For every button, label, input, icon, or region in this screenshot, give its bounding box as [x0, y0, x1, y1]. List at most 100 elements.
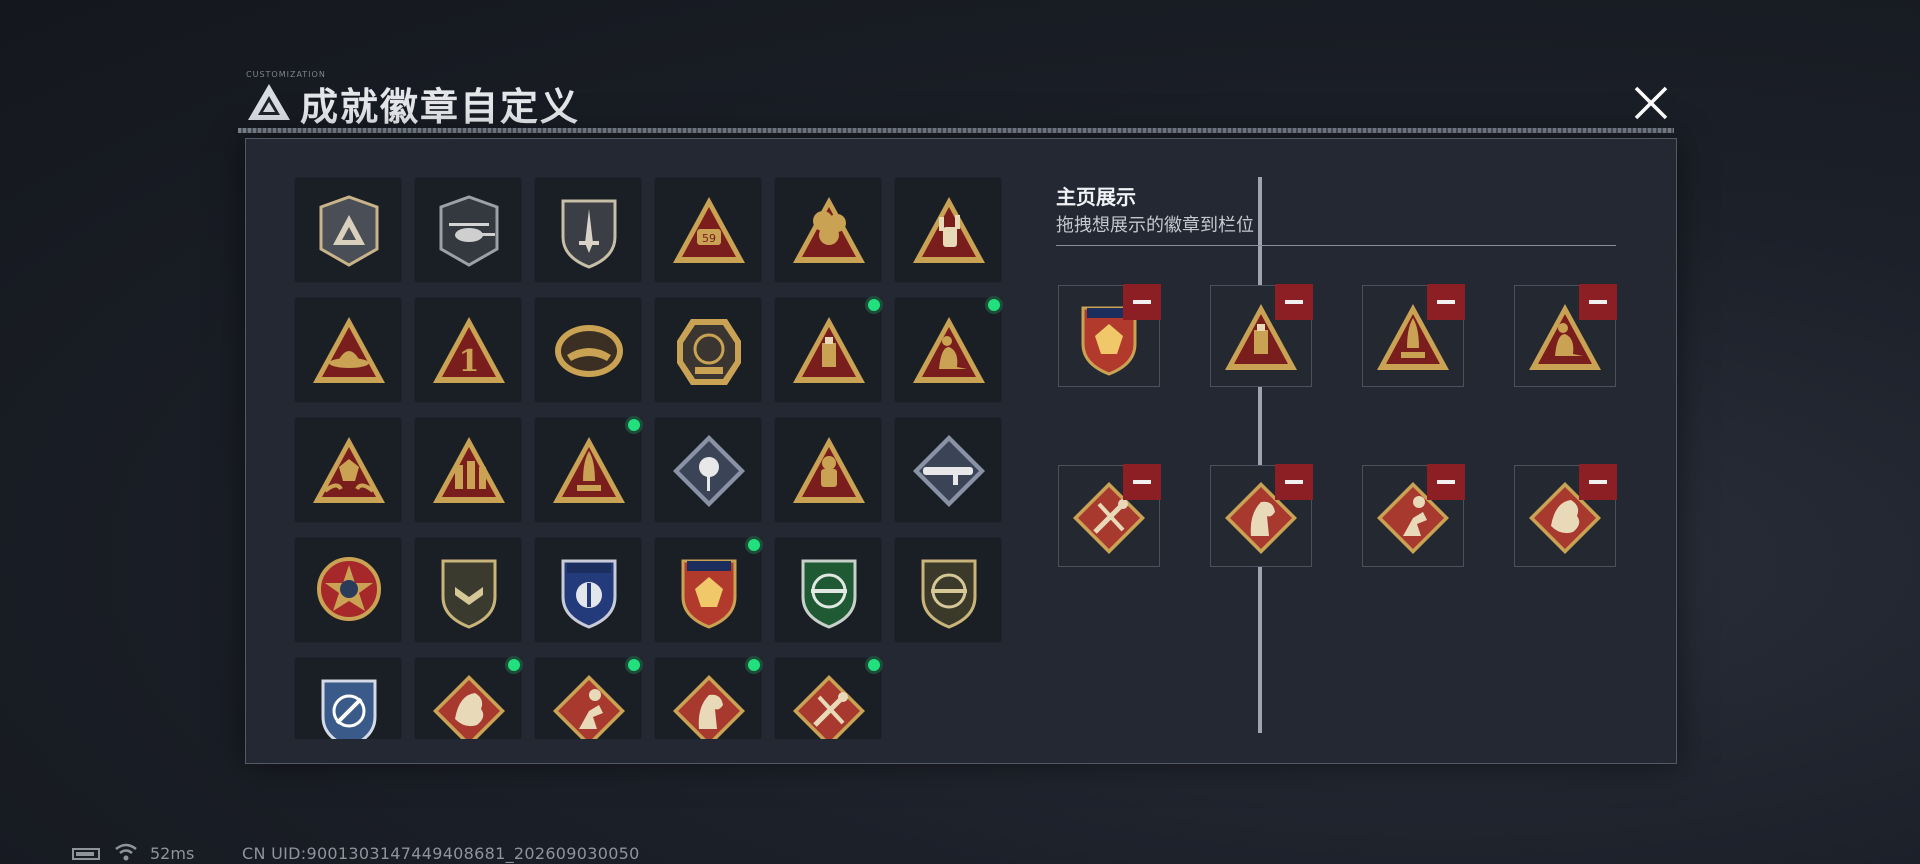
number-one-triangle-badge-icon: 1: [433, 317, 505, 383]
remove-badge-minus-icon[interactable]: [1579, 464, 1617, 500]
badge-grid-item[interactable]: [654, 297, 762, 403]
showcase-divider: [1056, 245, 1616, 246]
badge-grid-item[interactable]: 59: [654, 177, 762, 283]
scrollbar-track[interactable]: [1258, 177, 1262, 733]
header-divider: [238, 128, 1674, 133]
new-indicator-dot: [745, 656, 763, 674]
rifle-circle-shield-badge-icon: [921, 559, 977, 629]
showcase-slot[interactable]: [1210, 284, 1313, 387]
showcase-slot[interactable]: [1058, 464, 1161, 567]
horse-diamond-badge-icon: [673, 675, 745, 739]
showcase-slot[interactable]: [1514, 464, 1617, 567]
soldiers-triangle-badge-icon: [433, 437, 505, 503]
badge-grid-item[interactable]: [894, 417, 1002, 523]
new-indicator-dot: [745, 536, 763, 554]
battery-icon: [72, 848, 100, 860]
usb-drive-triangle-badge-icon: [793, 317, 865, 383]
svg-text:59: 59: [702, 232, 716, 245]
badge-grid-item[interactable]: [894, 537, 1002, 643]
dialog-header: CUSTOMIZATION 成就徽章自定义: [238, 70, 1674, 136]
rose-diamond-badge-icon: [673, 435, 745, 507]
delta-force-2026-badge-icon: [677, 319, 741, 385]
new-indicator-dot: [625, 416, 643, 434]
badge-grid-item[interactable]: [534, 177, 642, 283]
runner-diamond-badge-icon: [553, 675, 625, 739]
badge-customization-panel: 59 1 主页展示 拖拽想展示的徽章到栏位: [245, 138, 1677, 764]
close-icon[interactable]: [1628, 80, 1674, 126]
page-title: 成就徽章自定义: [300, 85, 581, 129]
delta-force-crest-badge-icon: [555, 325, 623, 377]
blue-target-shield-badge-icon: [321, 679, 377, 739]
gold-triangle-59-badge-icon: 59: [673, 197, 745, 263]
new-indicator-dot: [865, 656, 883, 674]
remove-badge-minus-icon[interactable]: [1123, 464, 1161, 500]
wifi-icon: [115, 843, 137, 861]
helicopter-shield-badge-icon: [439, 195, 499, 267]
badge-grid-item[interactable]: [894, 296, 1003, 403]
showcase-slot[interactable]: [1514, 284, 1617, 387]
badge-grid-item[interactable]: [774, 417, 882, 523]
badge-grid-item[interactable]: [414, 417, 522, 523]
user-uid: CN UID:9001303147449408681_202609030050: [242, 844, 640, 863]
badge-grid-item[interactable]: [534, 416, 643, 523]
badge-grid-item[interactable]: [414, 656, 523, 739]
rock-hand-triangle-badge-icon: [913, 197, 985, 263]
badge-grid-item[interactable]: [774, 537, 882, 643]
badge-grid[interactable]: 59 1: [294, 177, 1254, 739]
star-medal-badge-icon: [317, 557, 381, 621]
badge-grid-item[interactable]: [414, 177, 522, 283]
badge-grid-item[interactable]: [294, 657, 402, 739]
badge-grid-item[interactable]: [654, 656, 763, 739]
remove-badge-minus-icon[interactable]: [1427, 464, 1465, 500]
showcase-title: 主页展示: [1056, 185, 1136, 209]
hat-triangle-badge-icon: [313, 317, 385, 383]
dice-hands-triangle-badge-icon: [313, 437, 385, 503]
remove-badge-minus-icon[interactable]: [1123, 284, 1161, 320]
rocket-triangle-badge-icon: [553, 437, 625, 503]
badge-grid-item[interactable]: [774, 656, 883, 739]
badge-grid-item[interactable]: [414, 537, 522, 643]
badge-grid-item[interactable]: [774, 177, 882, 283]
blue-wing-shield-badge-icon: [561, 559, 617, 629]
badge-grid-item[interactable]: [294, 417, 402, 523]
red-gem-shield-badge-icon: [681, 559, 737, 629]
badge-grid-item[interactable]: [654, 417, 762, 523]
badge-grid-item[interactable]: [894, 177, 1002, 283]
badge-grid-item[interactable]: [294, 537, 402, 643]
remove-badge-minus-icon[interactable]: [1275, 284, 1313, 320]
dragon-diamond-badge-icon: [433, 675, 505, 739]
showcase-slot[interactable]: [1362, 464, 1465, 567]
badge-grid-item[interactable]: 1: [414, 297, 522, 403]
delta-triangle-logo-icon: [248, 84, 290, 120]
showcase-slot[interactable]: [1058, 284, 1161, 387]
launcher-diamond-badge-icon: [913, 435, 985, 507]
svg-text:1: 1: [459, 344, 480, 379]
new-indicator-dot: [625, 656, 643, 674]
remove-badge-minus-icon[interactable]: [1427, 284, 1465, 320]
scrollbar-thumb[interactable]: [1258, 177, 1262, 733]
network-ping: 52ms: [150, 844, 195, 863]
badge-grid-item[interactable]: [294, 297, 402, 403]
gold-flower-triangle-badge-icon: [793, 197, 865, 263]
badge-grid-item[interactable]: [534, 656, 643, 739]
showcase-slot[interactable]: [1210, 464, 1313, 567]
astronaut-triangle-badge-icon: [793, 437, 865, 503]
badge-grid-item[interactable]: [534, 297, 642, 403]
delta-shield-emblem-icon: [319, 195, 379, 267]
remove-badge-minus-icon[interactable]: [1275, 464, 1313, 500]
showcase-slot[interactable]: [1362, 284, 1465, 387]
dagger-shield-badge-icon: [561, 199, 617, 269]
new-indicator-dot: [865, 296, 883, 314]
badge-grid-item[interactable]: [774, 296, 883, 403]
green-rifle-shield-badge-icon: [801, 559, 857, 629]
remove-badge-minus-icon[interactable]: [1579, 284, 1617, 320]
seated-figure-triangle-badge-icon: [913, 317, 985, 383]
showcase-instruction: 拖拽想展示的徽章到栏位: [1056, 215, 1254, 236]
badge-grid-item[interactable]: [534, 537, 642, 643]
tools-diamond-badge-icon: [793, 675, 865, 739]
badge-grid-item[interactable]: [294, 177, 402, 283]
badge-grid-item[interactable]: [654, 536, 763, 643]
new-indicator-dot: [985, 296, 1003, 314]
new-indicator-dot: [505, 656, 523, 674]
chevron-shield-badge-icon: [441, 559, 497, 629]
